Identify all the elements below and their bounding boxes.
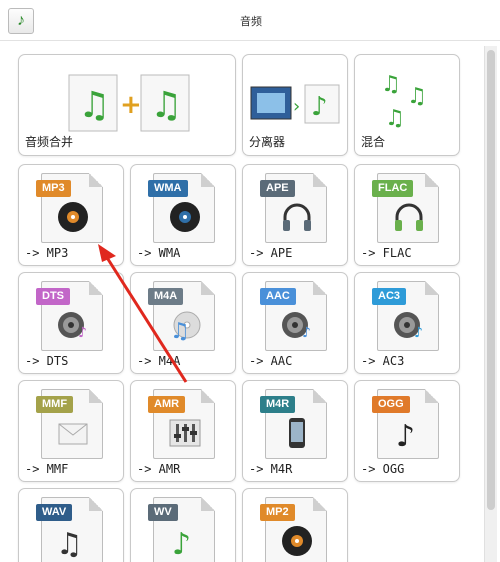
scrollbar-thumb[interactable]	[487, 50, 495, 510]
page-title: 音频	[240, 16, 262, 28]
window-header: ♪ 音频	[0, 0, 500, 41]
vertical-scrollbar[interactable]	[484, 46, 497, 562]
annotation-arrow	[98, 244, 188, 383]
tool-panel: ♫ + ♫ 音频合并 › ♪ 分离器 ♫ ♫ ♫ 混合 MP3 -> MP3 W…	[10, 46, 482, 562]
music-note-icon[interactable]: ♪	[8, 8, 34, 34]
